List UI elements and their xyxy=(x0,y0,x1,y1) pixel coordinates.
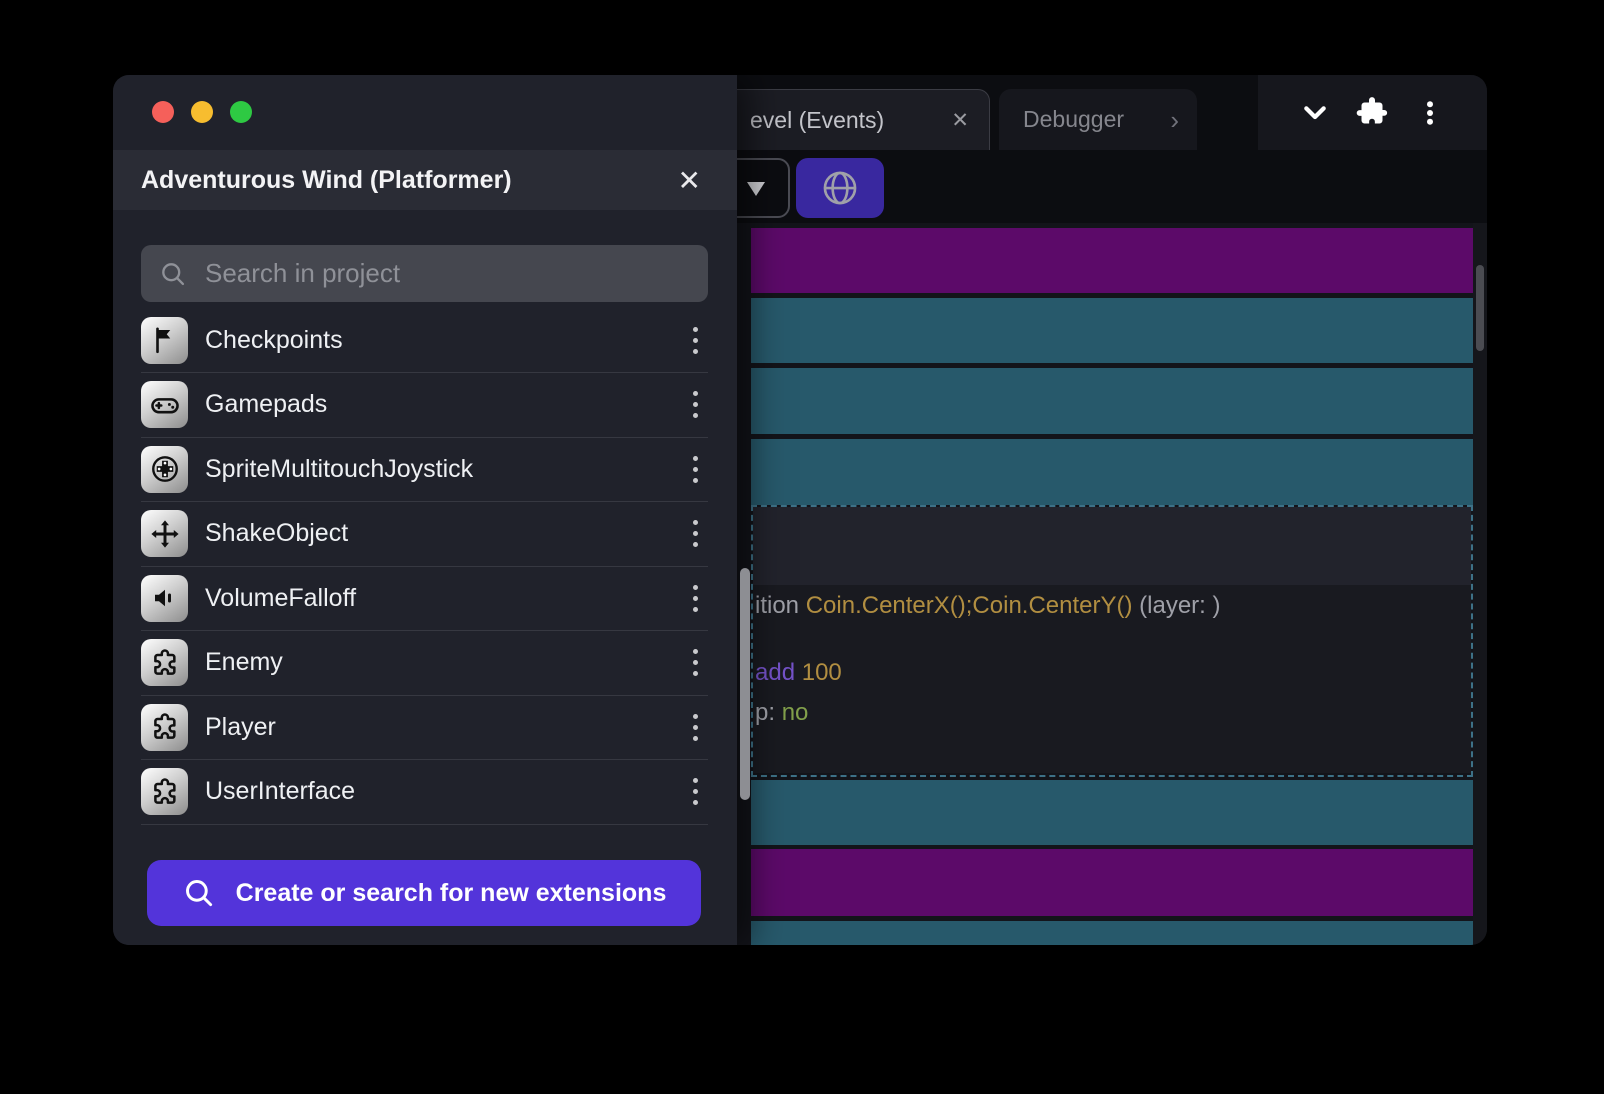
event-row[interactable] xyxy=(751,849,1473,916)
drawer-header: Adventurous Wind (Platformer) ✕ xyxy=(113,150,737,210)
close-drawer-icon[interactable]: ✕ xyxy=(672,162,707,199)
tab-debugger[interactable]: Debugger › xyxy=(999,89,1197,150)
globe-icon xyxy=(819,167,861,209)
right-scrollbar-thumb[interactable] xyxy=(1476,265,1484,351)
drawer-scrollbar-thumb[interactable] xyxy=(740,568,750,800)
extensions-puzzle-icon[interactable] xyxy=(1350,91,1394,135)
list-item-enemy[interactable]: Enemy xyxy=(141,631,708,696)
event-row[interactable] xyxy=(751,921,1473,945)
event-row[interactable] xyxy=(751,439,1473,505)
item-menu-button[interactable] xyxy=(682,772,708,812)
selected-event[interactable]: ition Coin.CenterX();Coin.CenterY() (lay… xyxy=(751,505,1473,777)
list-item-volumefalloff[interactable]: VolumeFalloff xyxy=(141,566,708,631)
create-extension-button[interactable]: Create or search for new extensions xyxy=(147,860,701,926)
event-row[interactable] xyxy=(751,368,1473,434)
window-controls xyxy=(1258,75,1487,150)
close-window-button[interactable] xyxy=(152,101,174,123)
project-search[interactable] xyxy=(141,245,708,302)
event-actions-block[interactable]: ition Coin.CenterX();Coin.CenterY() (lay… xyxy=(753,585,1471,773)
item-menu-button[interactable] xyxy=(682,449,708,489)
list-item-spritemultitouchjoystick[interactable]: SpriteMultitouchJoystick xyxy=(141,437,708,502)
close-tab-icon[interactable]: ✕ xyxy=(947,106,973,135)
joystick-icon xyxy=(141,446,188,493)
move-arrows-icon xyxy=(141,510,188,557)
item-menu-button[interactable] xyxy=(682,707,708,747)
item-menu-button[interactable] xyxy=(682,320,708,360)
search-icon xyxy=(182,876,216,910)
event-conditions-block[interactable] xyxy=(753,507,1471,585)
flag-icon xyxy=(141,317,188,364)
event-row[interactable] xyxy=(751,780,1473,845)
search-input[interactable] xyxy=(203,257,690,290)
action-line-add: add 100 xyxy=(755,659,842,687)
list-item-player[interactable]: Player xyxy=(141,695,708,760)
tab-level-events[interactable]: evel (Events) ✕ xyxy=(723,89,990,150)
network-preview-button[interactable] xyxy=(796,158,884,218)
list-item-shakeobject[interactable]: ShakeObject xyxy=(141,502,708,567)
project-title: Adventurous Wind (Platformer) xyxy=(141,166,512,195)
event-row[interactable] xyxy=(751,298,1473,363)
search-icon xyxy=(159,260,187,288)
desktop-background: evel (Events) ✕ Debugger › xyxy=(0,0,1604,1094)
action-line-loop: p: no xyxy=(755,699,808,727)
tab-debugger-label: Debugger xyxy=(1023,106,1124,133)
puzzle-icon xyxy=(141,639,188,686)
list-item-userinterface[interactable]: UserInterface xyxy=(141,760,708,825)
project-manager-drawer: Adventurous Wind (Platformer) ✕ Checkpoi… xyxy=(113,75,737,945)
event-row[interactable] xyxy=(751,228,1473,293)
minimize-window-button[interactable] xyxy=(191,101,213,123)
item-menu-button[interactable] xyxy=(682,514,708,554)
puzzle-icon xyxy=(141,768,188,815)
zoom-window-button[interactable] xyxy=(230,101,252,123)
kebab-menu-icon[interactable] xyxy=(1408,91,1452,135)
chevron-right-icon: › xyxy=(1170,110,1183,130)
item-menu-button[interactable] xyxy=(682,578,708,618)
gamepad-icon xyxy=(141,381,188,428)
tab-level-events-label: evel (Events) xyxy=(750,107,884,134)
speaker-icon xyxy=(141,575,188,622)
gdevelop-window: evel (Events) ✕ Debugger › xyxy=(113,75,1487,945)
item-menu-button[interactable] xyxy=(682,643,708,683)
item-menu-button[interactable] xyxy=(682,385,708,425)
action-line-position: ition Coin.CenterX();Coin.CenterY() (lay… xyxy=(755,592,1221,620)
list-item-gamepads[interactable]: Gamepads xyxy=(141,373,708,438)
chevron-down-icon[interactable] xyxy=(1293,91,1337,135)
list-item-checkpoints[interactable]: Checkpoints xyxy=(141,308,708,373)
puzzle-icon xyxy=(141,704,188,751)
dropdown-arrow-icon xyxy=(747,182,765,196)
